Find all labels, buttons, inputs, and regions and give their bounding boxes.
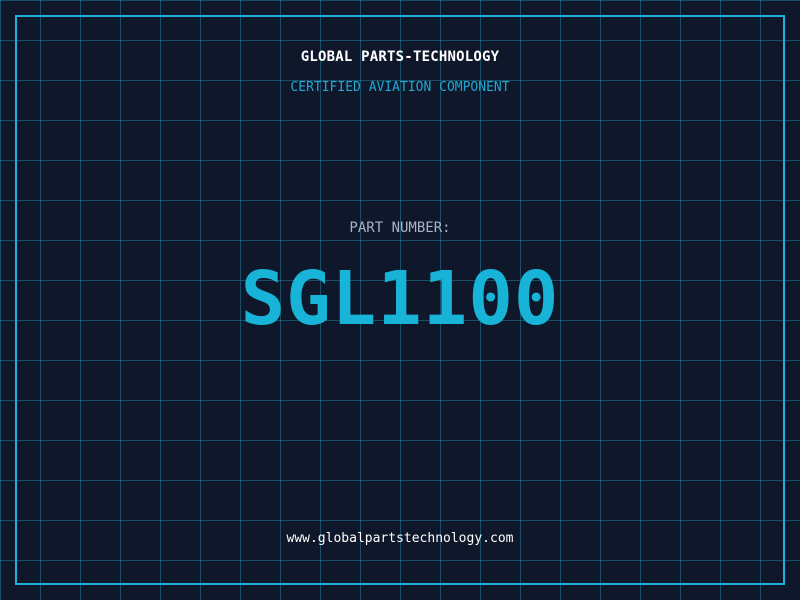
- part-number-label: PART NUMBER:: [349, 220, 451, 236]
- certification-subtitle: CERTIFIED AVIATION COMPONENT: [290, 80, 510, 95]
- company-name: GLOBAL PARTS-TECHNOLOGY: [300, 49, 500, 65]
- website-url: www.globalpartstechnology.com: [286, 531, 514, 546]
- part-number-value: SGL1100: [240, 256, 560, 342]
